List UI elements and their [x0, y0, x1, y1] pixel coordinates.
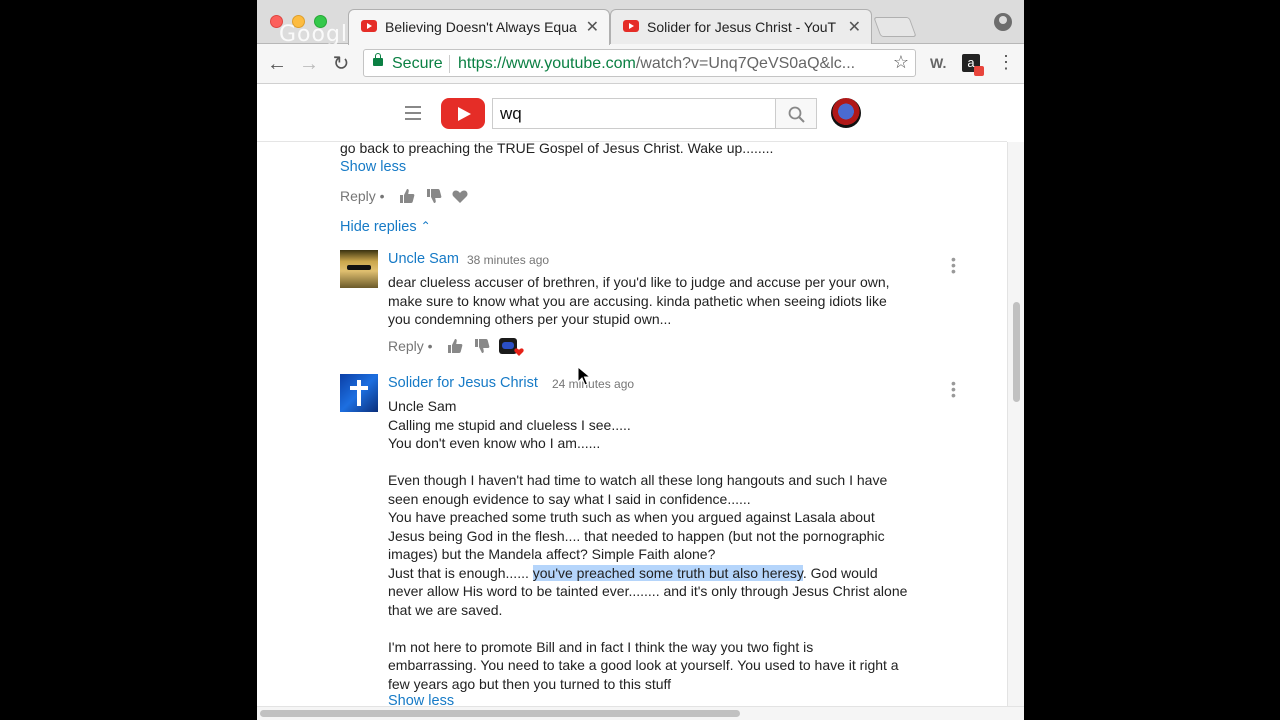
comment-line: Calling me stupid and clueless I see....…	[388, 416, 631, 433]
address-bar[interactable]: Secure https://www.youtube.com/watch?v=U…	[363, 49, 916, 77]
extension-badge	[974, 66, 984, 76]
comment-line: You have preached some truth such as whe…	[388, 509, 875, 525]
bookmark-star-icon[interactable]: ☆	[893, 52, 909, 73]
new-tab-button[interactable]	[873, 17, 917, 37]
close-tab-icon[interactable]: ✕	[586, 17, 599, 37]
comment-line: Jesus being God in the flesh.... that ne…	[388, 527, 885, 544]
lock-icon	[373, 53, 383, 66]
youtube-favicon-icon	[361, 20, 377, 32]
tab-believing[interactable]: Believing Doesn't Always Equa ✕	[348, 9, 610, 45]
scrollbar-thumb[interactable]	[1013, 302, 1020, 402]
tab-title: Believing Doesn't Always Equa	[385, 19, 577, 35]
account-avatar[interactable]	[831, 98, 861, 128]
horizontal-scrollbar[interactable]	[257, 706, 1024, 720]
profile-icon[interactable]	[994, 13, 1012, 31]
divider	[449, 55, 450, 73]
hamburger-menu-icon[interactable]	[405, 106, 421, 120]
chrome-menu-icon[interactable]: ⋮	[997, 53, 1015, 71]
comment-line: that we are saved.	[388, 601, 503, 618]
comment-body: dear clueless accuser of brethren, if yo…	[388, 273, 890, 329]
comment-author[interactable]: Solider for Jesus Christ	[388, 375, 538, 391]
scrollbar-thumb[interactable]	[260, 710, 740, 717]
comment-line: Just that is enough...... you've preache…	[388, 564, 948, 583]
thumbs-down-icon[interactable]	[474, 338, 490, 354]
avatar[interactable]	[340, 250, 378, 288]
url-text[interactable]: https://www.youtube.com/watch?v=Unq7QeVS…	[458, 55, 878, 73]
thumbs-up-icon[interactable]	[447, 338, 463, 354]
amazon-extension-icon[interactable]: a	[962, 54, 984, 76]
show-less-link[interactable]: Show less	[340, 159, 406, 175]
text-segment: Just that is enough......	[388, 564, 533, 581]
comment-line: dear clueless accuser of brethren, if yo…	[388, 274, 890, 290]
comment-line: images) but the Mandela affect? Simple F…	[388, 546, 716, 562]
vertical-scrollbar[interactable]	[1007, 142, 1024, 708]
creator-heart-icon[interactable]	[498, 337, 526, 357]
comment-menu-icon[interactable]: • • •	[951, 252, 956, 278]
secure-label: Secure	[392, 55, 443, 72]
url-host: https://www.youtube.com	[458, 55, 636, 72]
browser-window: Google Believing Doesn't Always Equa ✕ S…	[257, 0, 1024, 720]
extension-w-icon[interactable]: W.	[930, 55, 946, 71]
hide-replies-link[interactable]: Hide replies ⌃	[340, 219, 431, 235]
comment-text: go back to preaching the TRUE Gospel of …	[340, 142, 774, 156]
tab-strip: Google Believing Doesn't Always Equa ✕ S…	[257, 0, 1024, 47]
heart-icon[interactable]	[452, 189, 468, 204]
comment-timestamp[interactable]: 24 minutes ago	[552, 377, 634, 391]
reply-label: Reply	[340, 188, 376, 204]
reply-button[interactable]: Reply •	[388, 338, 433, 354]
search-icon	[788, 106, 805, 123]
comment-line: Uncle Sam	[388, 398, 457, 414]
tab-solider[interactable]: Solider for Jesus Christ - YouT ✕	[610, 9, 872, 44]
youtube-logo[interactable]	[441, 98, 485, 129]
reply-label: Reply	[388, 338, 424, 354]
tab-title: Solider for Jesus Christ - YouT	[647, 19, 837, 35]
comment-author[interactable]: Uncle Sam	[388, 251, 459, 267]
url-path: /watch?v=Unq7QeVS0aQ&lc...	[635, 55, 856, 72]
avatar[interactable]	[340, 374, 378, 412]
comment-line: few years ago but then you turned to thi…	[388, 675, 672, 692]
chevron-up-icon: ⌃	[420, 219, 431, 233]
hide-replies-label: Hide replies	[340, 219, 417, 235]
comments-section: go back to preaching the TRUE Gospel of …	[257, 142, 1007, 708]
back-arrow-icon[interactable]: ←	[264, 51, 290, 77]
comment-timestamp[interactable]: 38 minutes ago	[467, 253, 549, 267]
search-input[interactable]: wq	[492, 98, 776, 129]
browser-toolbar: ← → ↻ Secure https://www.youtube.com/wat…	[257, 44, 1024, 84]
selected-text[interactable]: you've preached some truth but also here…	[532, 564, 803, 581]
youtube-header: wq	[257, 85, 1007, 142]
close-tab-icon[interactable]: ✕	[848, 17, 861, 37]
reload-icon[interactable]: ↻	[328, 51, 354, 77]
thumbs-up-icon[interactable]	[399, 188, 415, 204]
comment-line: You don't even know who I am......	[388, 435, 601, 451]
comment-line: I'm not here to promote Bill and in fact…	[388, 638, 814, 655]
forward-arrow-icon[interactable]: →	[296, 51, 322, 77]
reply-button[interactable]: Reply •	[340, 188, 385, 204]
comment-line: seen enough evidence to say what I said …	[388, 490, 751, 507]
comment-menu-icon[interactable]: • • •	[951, 376, 956, 402]
comment-line: embarrassing. You need to take a good lo…	[388, 657, 899, 673]
thumbs-down-icon[interactable]	[426, 188, 442, 204]
text-segment: . God would	[802, 564, 878, 581]
comment-line: make sure to know what you are accusing.…	[388, 292, 887, 309]
mouse-cursor-icon	[577, 366, 591, 386]
comment-line: you condemning others per your stupid ow…	[388, 311, 672, 327]
comment-body: Uncle Sam Calling me stupid and clueless…	[388, 397, 948, 693]
search-button[interactable]	[775, 98, 817, 129]
youtube-favicon-icon	[623, 20, 639, 32]
comment-line: never allow His word to be tainted ever.…	[388, 583, 908, 599]
comment-line: Even though I haven't had time to watch …	[388, 472, 888, 488]
